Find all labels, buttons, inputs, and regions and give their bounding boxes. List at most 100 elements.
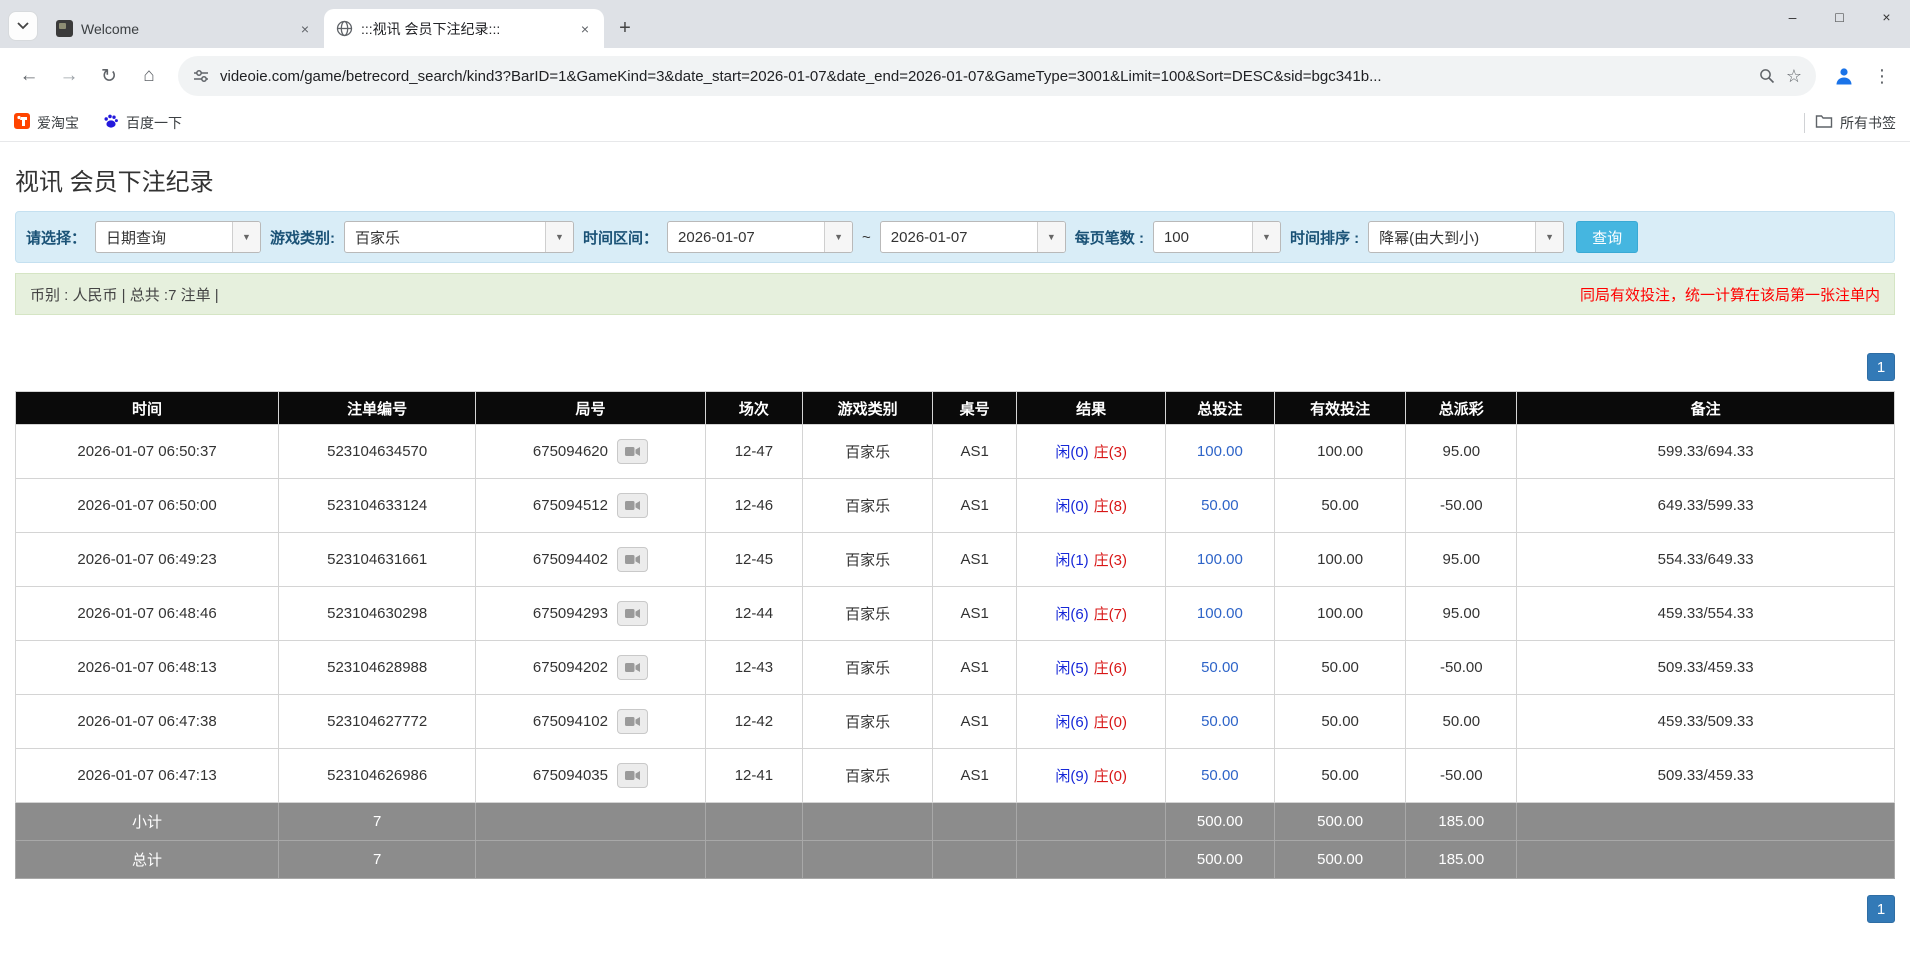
cell-bet-number: 523104634570 — [278, 424, 477, 479]
globe-icon — [336, 20, 353, 37]
chevron-down-icon[interactable]: ▼ — [1535, 222, 1564, 252]
subtotal-row: 小计 7 500.00 500.00 185.00 — [14, 802, 1895, 841]
cell-empty — [704, 802, 804, 841]
cell-total-bet: 100.00 — [1164, 424, 1275, 479]
refresh-button[interactable]: ↻ — [90, 57, 128, 95]
cell-remark: 459.33/554.33 — [1516, 586, 1895, 641]
welcome-tab-favicon — [56, 20, 73, 37]
search-button[interactable]: 查询 — [1576, 221, 1639, 253]
bookmark-baidu[interactable]: 百度一下 — [103, 113, 182, 133]
game-type-select[interactable]: 百家乐 ▼ — [344, 221, 575, 253]
maximize-button[interactable]: □ — [1816, 0, 1863, 34]
header-payout: 总派彩 — [1405, 391, 1518, 425]
tab-close-icon[interactable]: × — [576, 20, 594, 38]
cell-valid-bet: 50.00 — [1273, 640, 1407, 695]
browser-tab-welcome[interactable]: Welcome × — [44, 9, 325, 48]
url-text[interactable]: videoie.com/game/betrecord_search/kind3?… — [220, 68, 1748, 85]
profile-icon[interactable] — [1826, 58, 1862, 94]
cell-result: 闲(5) 庄(6) — [1016, 640, 1166, 695]
grand-total-valid-bet: 500.00 — [1273, 840, 1407, 879]
total-bet-link[interactable]: 100.00 — [1197, 443, 1243, 460]
cell-empty — [931, 840, 1018, 879]
cell-bet-number: 523104626986 — [278, 748, 477, 803]
cell-bet-number: 523104627772 — [278, 694, 477, 749]
cell-table-number: AS1 — [931, 748, 1018, 803]
result-banker: 庄(7) — [1093, 606, 1128, 623]
total-bet-link[interactable]: 50.00 — [1201, 713, 1239, 730]
cell-empty — [802, 802, 933, 841]
all-bookmarks-button[interactable]: 所有书签 — [1815, 113, 1896, 133]
subtotal-total-bet: 500.00 — [1164, 802, 1275, 841]
select-label: 请选择： — [26, 229, 87, 247]
pagination-page-1-bottom[interactable]: 1 — [1867, 895, 1895, 923]
notice-text: 同局有效投注，统一计算在该局第一张注单内 — [1579, 286, 1880, 304]
date-end-value: 2026-01-07 — [890, 228, 968, 246]
table-row: 2026-01-07 06:49:23 523104631661 6750944… — [14, 532, 1895, 587]
round-number: 675094035 — [532, 767, 608, 784]
range-separator: ~ — [862, 228, 871, 246]
video-replay-icon[interactable] — [616, 709, 648, 734]
video-replay-icon[interactable] — [616, 547, 648, 572]
home-button[interactable]: ⌂ — [130, 57, 168, 95]
cell-valid-bet: 100.00 — [1273, 424, 1407, 479]
minimize-button[interactable]: – — [1769, 0, 1816, 34]
video-replay-icon[interactable] — [616, 493, 648, 518]
subtotal-count: 7 — [278, 802, 477, 841]
result-player: 闲(0) — [1055, 444, 1089, 461]
cell-empty — [1516, 802, 1895, 841]
chevron-down-icon[interactable]: ▼ — [1251, 222, 1280, 252]
cell-round: 675094102 — [475, 694, 706, 749]
total-bet-link[interactable]: 50.00 — [1201, 767, 1239, 784]
cell-time: 2026-01-07 06:50:00 — [14, 478, 280, 533]
cell-payout: 95.00 — [1405, 586, 1518, 641]
site-settings-icon[interactable] — [192, 67, 210, 85]
total-bet-link[interactable]: 50.00 — [1201, 659, 1239, 676]
close-button[interactable]: × — [1863, 0, 1910, 34]
result-player: 闲(9) — [1055, 768, 1089, 785]
page-size-label: 每页笔数 : — [1074, 229, 1144, 247]
result-player: 闲(0) — [1055, 498, 1089, 515]
bookmark-aitaobao[interactable]: 爱淘宝 — [14, 113, 79, 133]
date-start-select[interactable]: 2026-01-07 ▼ — [667, 221, 854, 253]
pagination-page-1-top[interactable]: 1 — [1867, 353, 1895, 381]
cell-session: 12-43 — [704, 640, 804, 695]
bookmark-star-icon[interactable]: ☆ — [1786, 66, 1802, 87]
browser-tab-betrecord[interactable]: :::视讯 会员下注纪录::: × — [324, 9, 604, 48]
query-type-select[interactable]: 日期查询 ▼ — [95, 221, 262, 253]
zoom-icon[interactable] — [1758, 67, 1776, 85]
forward-button[interactable]: → — [50, 57, 88, 95]
taobao-favicon — [14, 113, 30, 132]
chevron-down-icon[interactable]: ▼ — [232, 222, 261, 252]
page-size-select[interactable]: 100 ▼ — [1152, 221, 1281, 253]
chevron-down-icon[interactable]: ▼ — [824, 222, 853, 252]
tab-search-button[interactable] — [8, 11, 38, 41]
cell-session: 12-44 — [704, 586, 804, 641]
chevron-down-icon[interactable]: ▼ — [545, 222, 574, 252]
back-button[interactable]: ← — [10, 57, 48, 95]
date-range-label: 时间区间： — [583, 229, 659, 247]
address-bar[interactable]: videoie.com/game/betrecord_search/kind3?… — [178, 56, 1816, 96]
cell-table-number: AS1 — [931, 424, 1018, 479]
cell-bet-number: 523104630298 — [278, 586, 477, 641]
sort-select[interactable]: 降幂(由大到小) ▼ — [1368, 221, 1565, 253]
cell-total-bet: 50.00 — [1164, 694, 1275, 749]
cell-remark: 459.33/509.33 — [1516, 694, 1895, 749]
total-bet-link[interactable]: 100.00 — [1197, 605, 1243, 622]
video-replay-icon[interactable] — [616, 601, 648, 626]
cell-session: 12-46 — [704, 478, 804, 533]
total-bet-link[interactable]: 50.00 — [1201, 497, 1239, 514]
cell-valid-bet: 50.00 — [1273, 478, 1407, 533]
chevron-down-icon[interactable]: ▼ — [1036, 222, 1065, 252]
video-replay-icon[interactable] — [616, 655, 648, 680]
new-tab-button[interactable]: + — [610, 13, 640, 43]
video-replay-icon[interactable] — [616, 763, 648, 788]
video-replay-icon[interactable] — [616, 439, 648, 464]
date-end-select[interactable]: 2026-01-07 ▼ — [879, 221, 1066, 253]
menu-icon[interactable]: ⋮ — [1864, 58, 1900, 94]
total-bet-link[interactable]: 100.00 — [1197, 551, 1243, 568]
cell-valid-bet: 50.00 — [1273, 694, 1407, 749]
subtotal-label: 小计 — [14, 802, 280, 841]
result-banker: 庄(8) — [1093, 498, 1128, 515]
cell-total-bet: 50.00 — [1164, 748, 1275, 803]
tab-close-icon[interactable]: × — [296, 20, 314, 38]
